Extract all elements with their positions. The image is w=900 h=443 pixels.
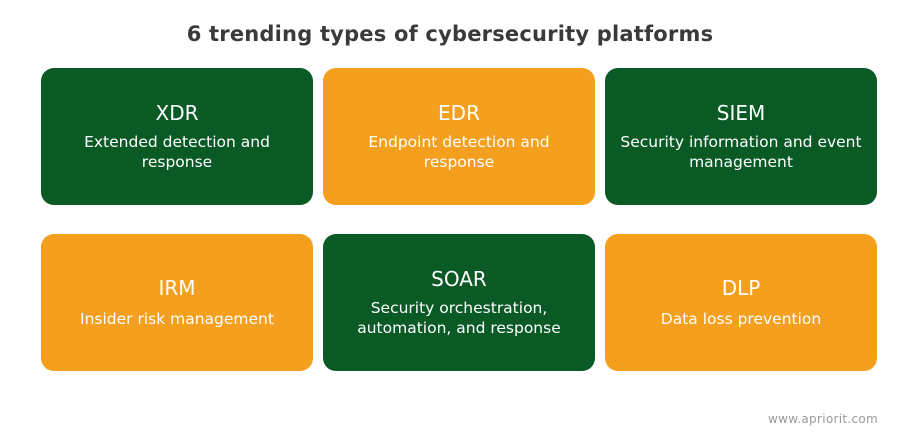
card-xdr: XDR Extended detection and response (41, 68, 313, 205)
card-abbr: SIEM (716, 100, 766, 125)
card-dlp: DLP Data loss prevention (605, 234, 877, 371)
diagram-title: 6 trending types of cybersecurity platfo… (186, 22, 714, 46)
card-description: Extended detection and response (84, 132, 270, 171)
card-description: Security information and event managemen… (620, 132, 862, 171)
footer-url: www.apriorit.com (768, 412, 878, 426)
card-soar: SOAR Security orchestration, automation,… (323, 234, 595, 371)
card-description: Endpoint detection and response (368, 132, 550, 171)
card-abbr: EDR (438, 100, 480, 125)
card-description: Insider risk management (80, 309, 274, 328)
card-abbr: IRM (158, 275, 196, 300)
card-edr: EDR Endpoint detection and response (323, 68, 595, 205)
card-description: Data loss prevention (660, 309, 822, 328)
card-siem: SIEM Security information and event mana… (605, 68, 877, 205)
card-abbr: SOAR (431, 266, 487, 291)
card-description: Security orchestration, automation, and … (357, 298, 561, 337)
card-irm: IRM Insider risk management (41, 234, 313, 371)
card-abbr: DLP (721, 275, 761, 300)
card-abbr: XDR (155, 100, 199, 125)
